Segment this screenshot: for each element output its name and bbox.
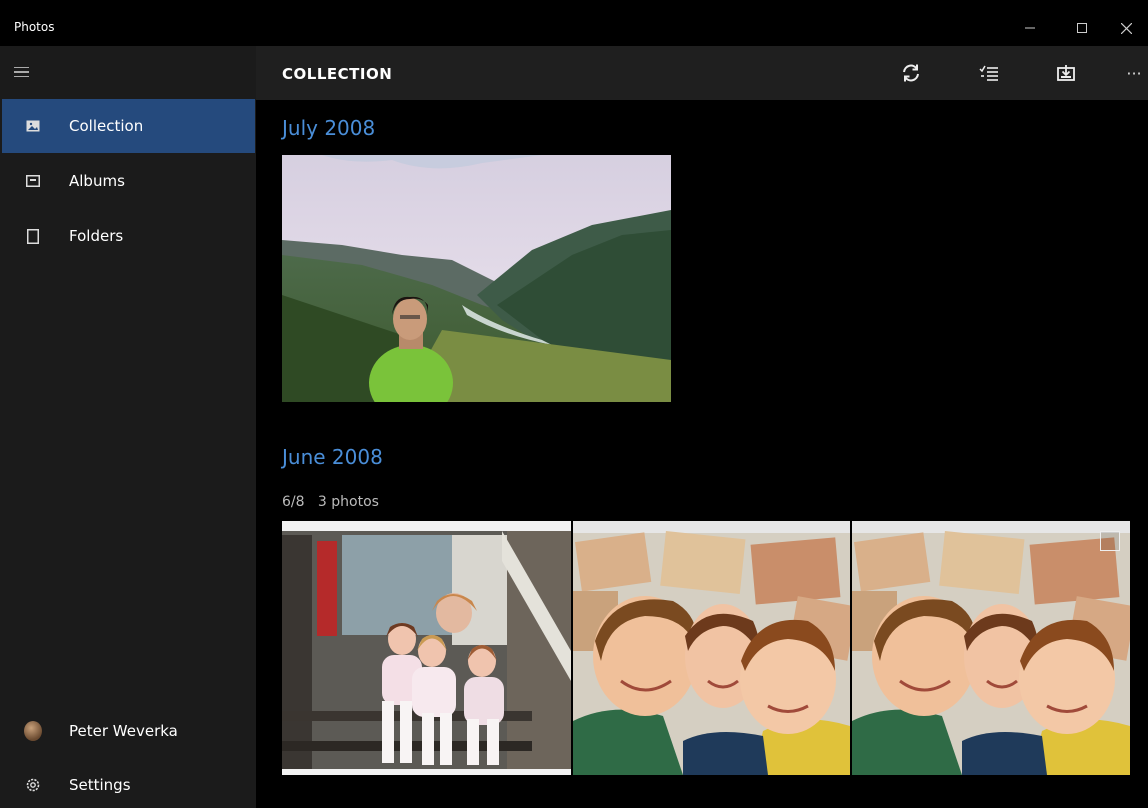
sidebar-item-user[interactable]: Peter Weverka [2, 704, 255, 758]
import-icon [1057, 65, 1075, 81]
close-icon [1120, 22, 1132, 34]
refresh-icon [903, 64, 919, 82]
hamburger-line [14, 75, 29, 78]
mountain-valley-photo [282, 155, 671, 402]
photo-thumbnail[interactable] [282, 155, 671, 402]
month-heading[interactable]: July 2008 [282, 116, 375, 140]
close-button[interactable] [1103, 14, 1148, 42]
app-title: Photos [14, 20, 55, 34]
sidebar: Collection Albums Folders Peter Weverka … [0, 46, 256, 808]
refresh-button[interactable] [893, 56, 929, 90]
select-button[interactable] [971, 56, 1007, 90]
more-icon: ··· [1126, 63, 1142, 83]
page-title: COLLECTION [282, 65, 393, 83]
photo-thumbnail[interactable] [852, 521, 1130, 775]
sidebar-item-label: Settings [69, 776, 131, 794]
hamburger-menu-button[interactable] [10, 58, 46, 86]
sidebar-item-albums[interactable]: Albums [2, 154, 255, 208]
month-heading[interactable]: June 2008 [282, 445, 383, 469]
photo-count: 3 photos [317, 494, 379, 510]
album-icon [24, 172, 42, 190]
header-bar: COLLECTION ··· [256, 46, 1148, 100]
maximize-icon [1077, 23, 1087, 33]
avatar [24, 721, 42, 741]
import-button[interactable] [1048, 56, 1084, 90]
title-bar: Photos [0, 0, 1148, 46]
group-info: 6/8 3 photos [282, 494, 379, 510]
group-date: 6/8 [282, 494, 305, 510]
kids-faces-photo [573, 521, 850, 775]
gear-icon [24, 776, 42, 794]
selection-checkbox[interactable] [1100, 531, 1120, 551]
sidebar-item-label: Albums [69, 172, 125, 190]
folder-icon [24, 227, 42, 245]
maximize-button[interactable] [1059, 14, 1105, 42]
hamburger-line [14, 71, 29, 73]
kids-faces-photo [852, 521, 1130, 775]
sidebar-item-label: Collection [69, 117, 144, 135]
hamburger-line [14, 66, 29, 69]
sidebar-item-folders[interactable]: Folders [2, 209, 255, 263]
photo-thumbnail[interactable] [573, 521, 850, 775]
sidebar-item-settings[interactable]: Settings [2, 758, 255, 808]
photo-collection: July 2008 June 2008 6/8 3 photos [256, 100, 1148, 808]
photo-thumbnail[interactable] [282, 521, 571, 775]
minimize-icon [1025, 27, 1035, 29]
photo-icon [24, 117, 42, 135]
sidebar-item-collection[interactable]: Collection [2, 99, 255, 153]
user-name: Peter Weverka [69, 722, 178, 740]
select-icon [979, 65, 998, 81]
girls-on-stairs-photo [282, 521, 571, 775]
more-options-button[interactable]: ··· [1116, 56, 1148, 90]
sidebar-item-label: Folders [69, 227, 124, 245]
minimize-button[interactable] [1007, 14, 1053, 42]
